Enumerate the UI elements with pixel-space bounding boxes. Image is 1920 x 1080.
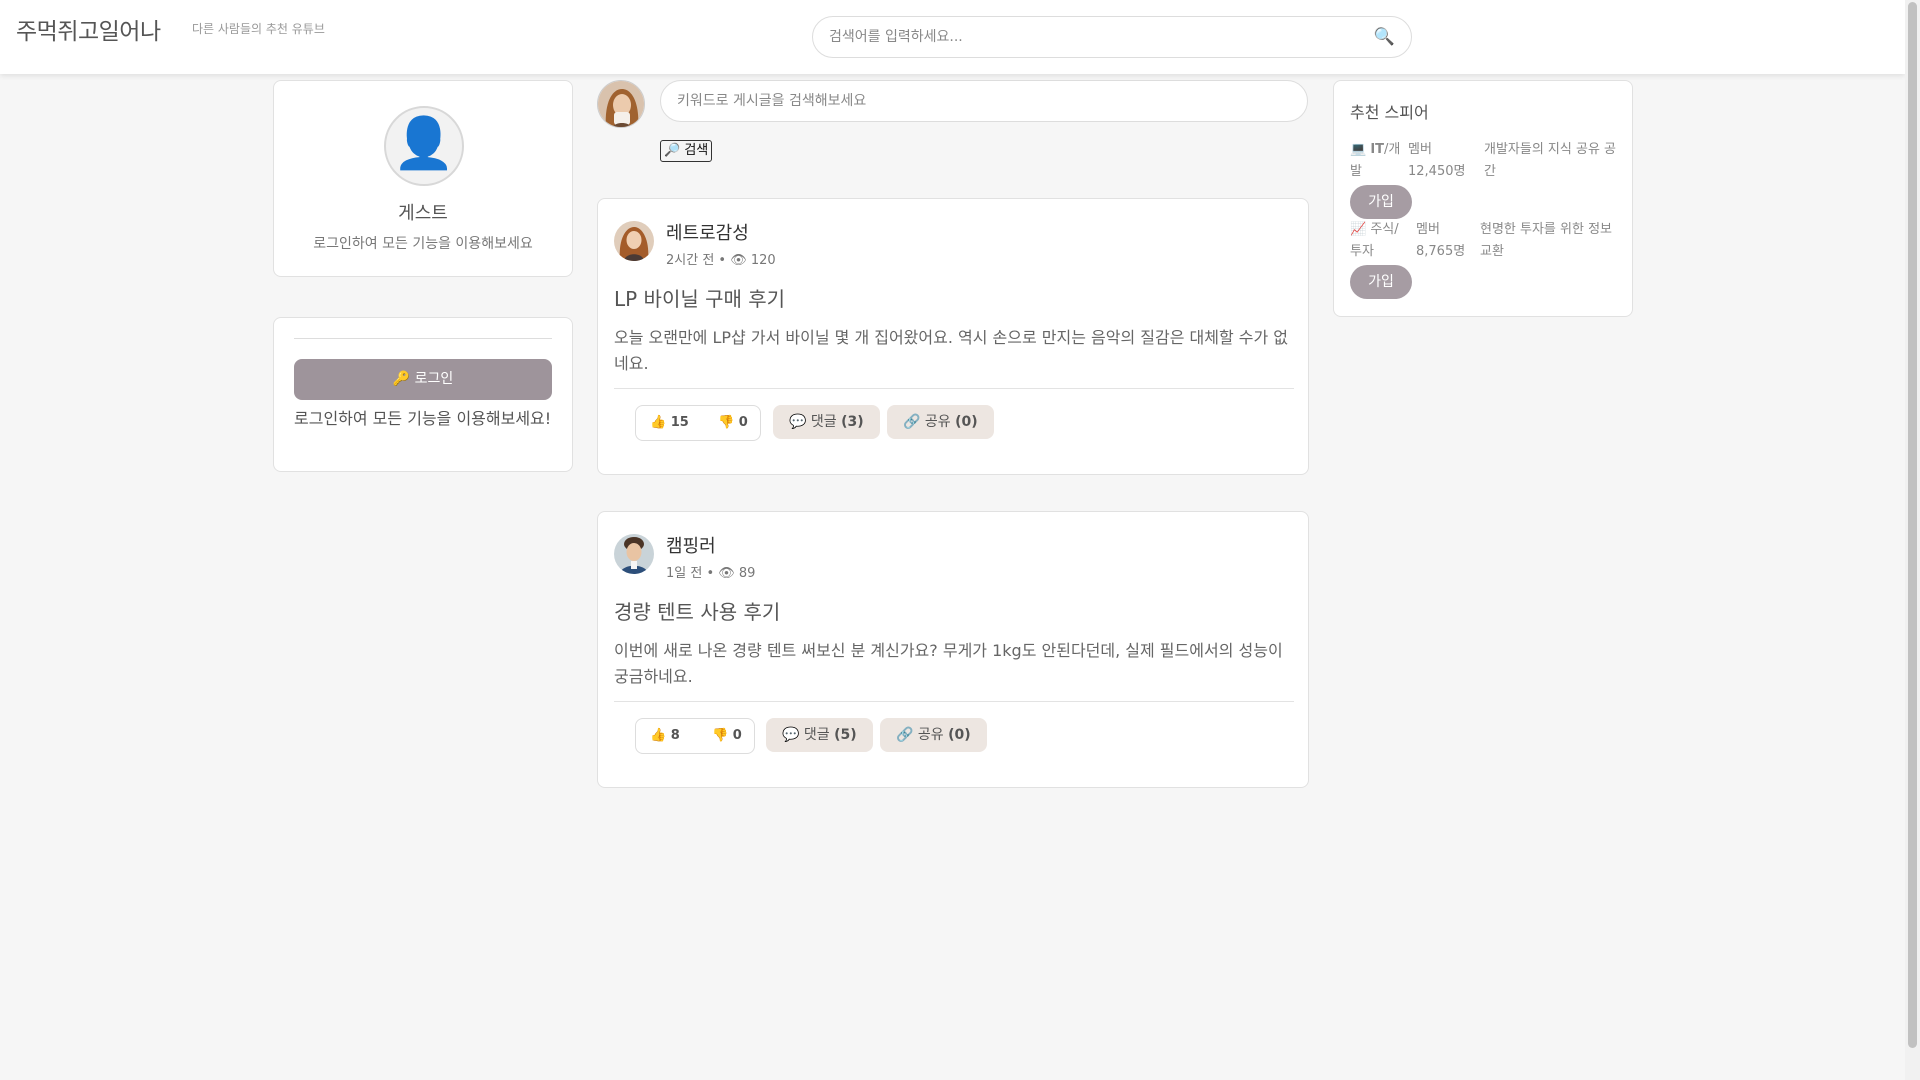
current-user-avatar[interactable] [597,80,645,128]
post-divider [614,388,1294,389]
like-button[interactable]: 👍 8 [650,728,680,743]
comment-count: (5) [834,727,857,743]
sphere-members: 멤버 8,765명 [1416,222,1466,259]
vote-group: 👍 8 👎 0 [635,718,755,754]
top-navigation-bar: 주먹쥐고일어나 다른 사람들의 추천 유튜브 🔍 [0,0,1905,74]
post-card: 캠핑러 1일 전 • 👁 89 경량 텐트 사용 후기 이번에 새로 나온 경량… [597,511,1309,788]
author-avatar[interactable] [614,534,654,574]
comment-count: (3) [841,414,864,430]
share-count: (0) [955,414,978,430]
post-card: 레트로감성 2시간 전 • 👁 120 LP 바이닐 구매 후기 오늘 오랜만에… [597,198,1309,475]
site-tagline: 다른 사람들의 추천 유튜브 [192,22,325,36]
join-button[interactable]: 가입 [1350,185,1412,219]
page: 주먹쥐고일어나 다른 사람들의 추천 유튜브 🔍 👤 게스트 로그인하여 모든 … [0,0,1920,1080]
sphere-members: 멤버 12,450명 [1408,142,1466,179]
share-button[interactable]: 🔗 공유 (0) [880,718,987,752]
comment-label: 💬 댓글 [789,414,842,430]
guest-avatar: 👤 [384,106,464,186]
recommended-spheres-title: 추천 스피어 [1350,103,1429,122]
post-meta: 2시간 전 • 👁 120 [666,253,776,268]
page-scrollbar[interactable] [1905,0,1920,1080]
scrollbar-thumb[interactable] [1908,2,1917,1048]
user-silhouette-icon: 👤 [392,114,456,172]
global-search-input[interactable] [829,17,1369,57]
global-search-box: 🔍 [812,16,1412,58]
dislike-button[interactable]: 👎 0 [712,728,742,743]
comment-button[interactable]: 💬 댓글 (3) [773,405,880,439]
share-button[interactable]: 🔗 공유 (0) [887,405,994,439]
post-body: 오늘 오랜만에 LP샵 가서 바이닐 몇 개 집어왔어요. 역시 손으로 만지는… [614,328,1289,373]
login-button[interactable]: 🔑 로그인 [294,359,552,400]
search-icon[interactable]: 🔍 [1374,27,1395,47]
dislike-button[interactable]: 👎 0 [718,415,748,430]
site-logo[interactable]: 주먹쥐고일어나 [16,12,161,46]
sphere-description: 개발자들의 지식 공유 공간 [1484,142,1616,179]
comment-button[interactable]: 💬 댓글 (5) [766,718,873,752]
post-body: 이번에 새로 나온 경량 텐트 써보신 분 계신가요? 무게가 1kg도 안된다… [614,641,1283,686]
login-card-divider [294,338,552,339]
share-count: (0) [948,727,971,743]
post-author[interactable]: 캠핑러 [666,532,716,558]
keyword-search-button[interactable]: 🔎 검색 [660,140,713,162]
recommended-spheres-card: 추천 스피어 💻 IT/개발 멤버 12,450명 개발자들의 지식 공유 공간… [1333,80,1633,317]
post-author[interactable]: 레트로감성 [666,219,749,245]
like-button[interactable]: 👍 15 [650,415,689,430]
login-message: 로그인하여 모든 기능을 이용해보세요! [294,409,552,428]
join-button[interactable]: 가입 [1350,265,1412,299]
sphere-category-bold: IT [1370,142,1385,157]
share-label: 🔗 공유 [896,727,949,743]
profile-name: 게스트 [398,203,448,224]
keyword-search-input[interactable] [677,81,1277,121]
comment-label: 💬 댓글 [782,727,835,743]
share-label: 🔗 공유 [903,414,956,430]
post-title[interactable]: LP 바이닐 구매 후기 [614,283,785,312]
login-card: 🔑 로그인 로그인하여 모든 기능을 이용해보세요! [273,317,573,472]
profile-hint: 로그인하여 모든 기능을 이용해보세요 [313,236,533,252]
chart-up-icon: 📈 [1350,222,1367,237]
sphere-category[interactable]: 📈 주식/투자 [1350,219,1408,263]
post-divider [614,701,1294,702]
profile-card: 👤 게스트 로그인하여 모든 기능을 이용해보세요 [273,80,573,277]
vote-group: 👍 15 👎 0 [635,405,761,441]
sphere-category[interactable]: 💻 IT/개발 [1350,139,1408,183]
post-meta: 1일 전 • 👁 89 [666,566,756,581]
author-avatar[interactable] [614,221,654,261]
post-title[interactable]: 경량 텐트 사용 후기 [614,596,780,625]
sphere-description: 현명한 투자를 위한 정보 교환 [1480,222,1612,259]
keyword-search-box [660,80,1308,122]
laptop-icon: 💻 [1350,142,1367,157]
